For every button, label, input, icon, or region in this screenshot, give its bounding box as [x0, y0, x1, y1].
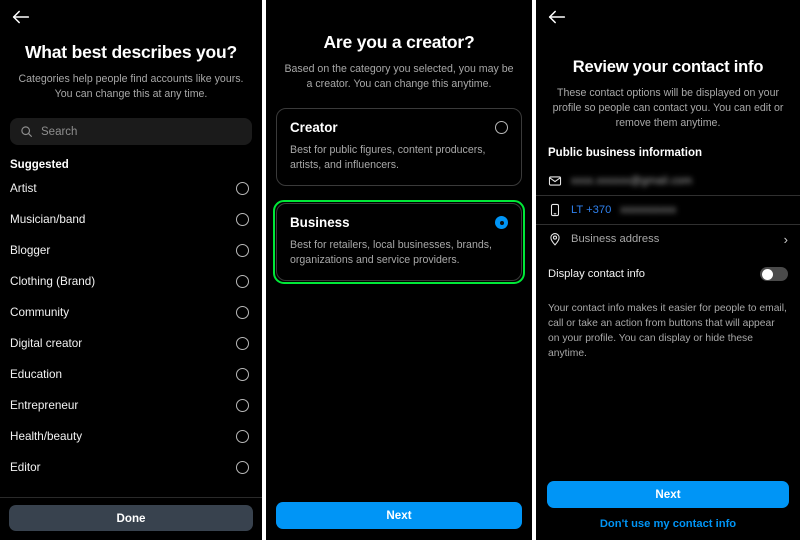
email-value: xxxx.xxxxxx@gmail.com [571, 175, 693, 187]
page-title: What best describes you? [24, 42, 238, 62]
panel2-footer: Next [266, 502, 532, 540]
list-item-label: Musician/band [10, 213, 86, 226]
list-item-radio[interactable] [236, 337, 249, 350]
search-input[interactable]: Search [10, 118, 252, 145]
page-title: Are you a creator? [323, 32, 475, 52]
envelope-icon [548, 174, 562, 188]
panel1-header [0, 0, 262, 34]
contact-row-phone[interactable]: LT +370 xxxxxxxxxx [536, 196, 800, 225]
list-item-radio[interactable] [236, 368, 249, 381]
contact-row-email[interactable]: xxxx.xxxxxx@gmail.com [536, 167, 800, 196]
list-item[interactable]: Entrepreneur [0, 390, 262, 421]
panel-review-contact-info: Review your contact info These contact o… [536, 0, 800, 540]
list-item[interactable]: Digital creator [0, 328, 262, 359]
list-item-label: Community [10, 306, 70, 319]
list-item-radio[interactable] [236, 213, 249, 226]
list-item[interactable]: Clothing (Brand) [0, 266, 262, 297]
page-subtitle: These contact options will be displayed … [552, 87, 784, 129]
list-item-radio[interactable] [236, 244, 249, 257]
back-arrow-icon[interactable] [546, 6, 568, 28]
phone-value: xxxxxxxxxx [620, 204, 677, 216]
display-contact-info-label: Display contact info [548, 268, 646, 280]
done-button[interactable]: Done [9, 505, 253, 531]
next-button[interactable]: Next [276, 502, 522, 529]
option-card-business[interactable]: Business Best for retailers, local busin… [276, 203, 522, 281]
option-title: Business [290, 215, 350, 230]
list-item-label: Editor [10, 461, 41, 474]
phone-country-prefix: LT +370 [571, 204, 612, 216]
list-item-label: Artist [10, 182, 37, 195]
public-business-information-label: Public business information [548, 147, 702, 159]
phone-icon [548, 203, 562, 217]
radio-business-selected[interactable] [495, 216, 508, 229]
option-description: Best for retailers, local businesses, br… [290, 239, 492, 266]
list-item-radio[interactable] [236, 306, 249, 319]
list-item-label: Education [10, 368, 62, 381]
contact-row-address[interactable]: Business address › [536, 225, 800, 253]
panel-category-picker: What best describes you? Categories help… [0, 0, 262, 540]
search-icon [20, 125, 33, 138]
location-pin-icon [548, 232, 562, 246]
panel3-header [536, 0, 800, 34]
screenshot-panels: What best describes you? Categories help… [0, 0, 800, 540]
back-arrow-icon[interactable] [10, 6, 32, 28]
list-item-label: Clothing (Brand) [10, 275, 96, 288]
next-button[interactable]: Next [547, 481, 789, 508]
list-item-label: Blogger [10, 244, 51, 257]
page-subtitle: Based on the category you selected, you … [284, 63, 514, 90]
search-placeholder: Search [41, 125, 78, 138]
radio-creator[interactable] [495, 121, 508, 134]
list-item[interactable]: Artist [0, 173, 262, 204]
option-description: Best for public figures, content produce… [290, 144, 486, 171]
list-item-radio[interactable] [236, 399, 249, 412]
list-item-radio[interactable] [236, 182, 249, 195]
list-item-radio[interactable] [236, 275, 249, 288]
list-item[interactable]: Education [0, 359, 262, 390]
panel-creator-or-business: Are you a creator? Based on the category… [266, 0, 532, 540]
list-item-radio[interactable] [236, 430, 249, 443]
list-item-label: Entrepreneur [10, 399, 79, 412]
list-item[interactable]: Editor [0, 452, 262, 483]
display-contact-info-row[interactable]: Display contact info [536, 257, 800, 291]
list-item-radio[interactable] [236, 461, 249, 474]
option-card-creator[interactable]: Creator Best for public figures, content… [276, 108, 522, 186]
page-subtitle: Categories help people find accounts lik… [18, 73, 244, 100]
panel1-footer: Done [0, 497, 262, 540]
display-contact-info-toggle[interactable] [760, 267, 788, 281]
chevron-right-icon[interactable]: › [784, 233, 788, 246]
list-item[interactable]: Community [0, 297, 262, 328]
page-title: Review your contact info [572, 58, 764, 76]
option-title: Creator [290, 120, 338, 135]
panel3-footer: Next Don't use my contact info [536, 481, 800, 540]
dont-use-contact-info-link[interactable]: Don't use my contact info [547, 518, 789, 530]
category-list: Artist Musician/band Blogger Clothing (Bran… [0, 173, 262, 483]
contact-info-note: Your contact info makes it easier for pe… [548, 303, 787, 359]
highlight-box-business: Business Best for retailers, local busin… [273, 200, 525, 284]
list-item[interactable]: Health/beauty [0, 421, 262, 452]
list-item[interactable]: Musician/band [0, 204, 262, 235]
list-item-label: Digital creator [10, 337, 83, 350]
list-item-label: Health/beauty [10, 430, 83, 443]
list-item[interactable]: Blogger [0, 235, 262, 266]
business-address-label: Business address [571, 233, 660, 245]
suggested-label: Suggested [10, 159, 69, 171]
contact-rows: xxxx.xxxxxx@gmail.com LT +370 xxxxxxxxxx… [536, 167, 800, 253]
